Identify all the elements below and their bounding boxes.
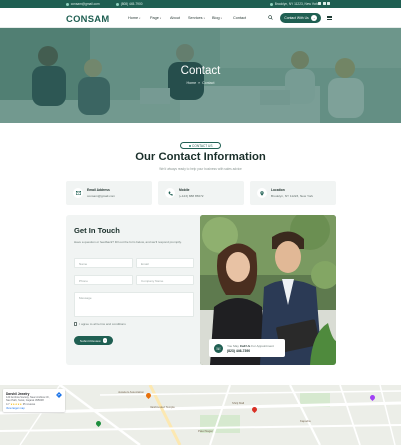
topbar-email[interactable]: consam@gmail.com	[66, 2, 100, 6]
chevron-down-icon: ▾	[159, 16, 162, 20]
phone-icon	[116, 2, 120, 6]
section-subtitle: We'd always ready to help your business …	[159, 167, 242, 171]
contact-with-us-label: Contact With Us	[284, 15, 309, 20]
email-field[interactable]: Email	[136, 258, 194, 268]
location-icon	[270, 2, 274, 6]
top-bar: consam@gmail.com (808) 445-7900 Brooklyn…	[0, 0, 401, 8]
call-us-box[interactable]: ☏ You May Call Us For Appointment (823) …	[209, 339, 285, 357]
location-icon	[257, 188, 267, 198]
nav-page-label: Page	[150, 15, 159, 20]
location-card: Location Brooklyn, NY 11223, New York	[250, 181, 336, 205]
topbar-phone-text: (808) 445-7900	[120, 2, 143, 7]
nav-services-label: Services	[188, 15, 203, 20]
mobile-card: Mobile (+123) 888 85672	[158, 181, 244, 205]
nav-blog-label: Blog	[212, 15, 220, 20]
map-label-4: Kapodra	[300, 419, 311, 423]
breadcrumb-home[interactable]: Home	[187, 81, 197, 85]
site-logo[interactable]: CONSAM	[66, 13, 109, 24]
nav-item-blog[interactable]: Blog▾	[212, 16, 222, 20]
submit-review-button[interactable]: Submit Review →	[74, 336, 113, 345]
call-us-caption: You May Call Us For Appointment	[227, 344, 274, 348]
company-field[interactable]: Company Name	[136, 275, 194, 285]
facebook-icon[interactable]	[318, 2, 321, 6]
breadcrumb-separator: »	[198, 81, 201, 85]
topbar-address-text: Brooklyn, NY 11223, New York	[274, 2, 318, 7]
nav-item-about[interactable]: About	[170, 16, 180, 20]
twitter-icon[interactable]	[322, 2, 326, 6]
nav-about-label: About	[170, 15, 180, 20]
arrow-right-icon: →	[102, 338, 108, 343]
map-label-1: Jewelers Association	[118, 390, 144, 394]
contact-with-us-button[interactable]: Contact With Us →	[280, 12, 321, 23]
nav-item-services[interactable]: Services▾	[188, 16, 205, 20]
email-card-value[interactable]: consam@gmail.com	[87, 194, 115, 198]
submit-review-label: Submit Review	[79, 338, 101, 343]
form-title: Get In Touch	[74, 226, 120, 235]
mobile-card-value[interactable]: (+123) 888 85672	[179, 194, 204, 198]
phone-field[interactable]: Phone	[74, 275, 133, 285]
location-card-label: Location	[271, 188, 285, 192]
map-place-card: Darshil Jewelry 123 Ambica Society, Near…	[3, 389, 65, 412]
call-suffix: For Appointment	[251, 343, 274, 348]
nav-item-contact[interactable]: Contact	[233, 16, 246, 20]
breadcrumb-current: Contact	[202, 81, 215, 85]
call-emphasis: Call Us	[239, 343, 251, 348]
page-hero: Contact Home» Contact	[0, 28, 401, 123]
terms-label: I agree to all terms and conditions	[79, 322, 126, 326]
mail-icon	[66, 2, 70, 6]
hamburger-menu-icon[interactable]	[327, 15, 332, 21]
section-title: Our Contact Information	[135, 151, 266, 163]
topbar-email-text: consam@gmail.com	[70, 2, 100, 7]
nav-item-home[interactable]: Home▾	[128, 16, 140, 20]
map-label-5: Patel Nagar	[198, 429, 213, 433]
map-place-address: 123 Ambica Society, Near Ambica Ch, Nav …	[6, 396, 50, 403]
location-card-value: Brooklyn, NY 11223, New York	[271, 193, 314, 198]
chevron-down-icon: ▾	[203, 16, 205, 20]
arrow-right-icon: →	[310, 14, 317, 21]
chevron-down-icon: ▾	[139, 16, 141, 20]
terms-checkbox[interactable]	[74, 322, 78, 326]
search-icon[interactable]	[268, 15, 273, 20]
map-label-3: Shriji Mall	[232, 401, 245, 405]
phone-icon	[165, 188, 175, 198]
dot-icon	[188, 144, 191, 147]
view-larger-map-link[interactable]: View larger map	[6, 407, 25, 410]
section-tag: CONTACT US	[180, 142, 221, 149]
directions-icon[interactable]	[56, 391, 62, 398]
form-description: Have a question or feedback? Fill out th…	[74, 240, 182, 244]
social-links	[318, 2, 330, 6]
phone-icon: ☏	[214, 343, 223, 353]
map-place-rating: 4.7 ★★★★★ 35 reviews	[6, 403, 35, 406]
terms-checkbox-row[interactable]: I agree to all terms and conditions	[74, 322, 126, 326]
nav-item-page[interactable]: Page▾	[150, 16, 161, 20]
call-us-number[interactable]: (823) 446-7390	[227, 349, 250, 353]
linkedin-icon[interactable]	[327, 2, 330, 6]
star-icon: ★★★★★	[10, 403, 22, 406]
message-field[interactable]: Message	[74, 292, 194, 317]
call-prefix: You May	[227, 343, 239, 348]
mail-icon	[73, 188, 83, 198]
section-tag-label: CONTACT US	[192, 143, 213, 148]
map-label-2: Vaishnodevi Temple	[150, 405, 175, 409]
page-title: Contact	[180, 65, 221, 77]
map-place-name: Darshil Jewelry	[6, 391, 30, 396]
email-card-label: Email Address	[87, 188, 110, 192]
topbar-phone[interactable]: (808) 445-7900	[116, 2, 143, 6]
nav-home-label: Home	[128, 15, 139, 20]
email-card: Email Address consam@gmail.com	[66, 181, 152, 205]
breadcrumb: Home» Contact	[0, 81, 401, 85]
main-navbar: CONSAM Home▾ Page▾ About Services▾ Blog▾…	[0, 8, 401, 28]
chevron-down-icon: ▾	[220, 16, 222, 20]
mobile-card-label: Mobile	[179, 188, 190, 192]
name-field[interactable]: Name	[74, 258, 133, 268]
map-reviews[interactable]: 35 reviews	[23, 403, 35, 406]
topbar-address: Brooklyn, NY 11223, New York	[270, 2, 318, 6]
nav-contact-label: Contact	[233, 15, 247, 20]
